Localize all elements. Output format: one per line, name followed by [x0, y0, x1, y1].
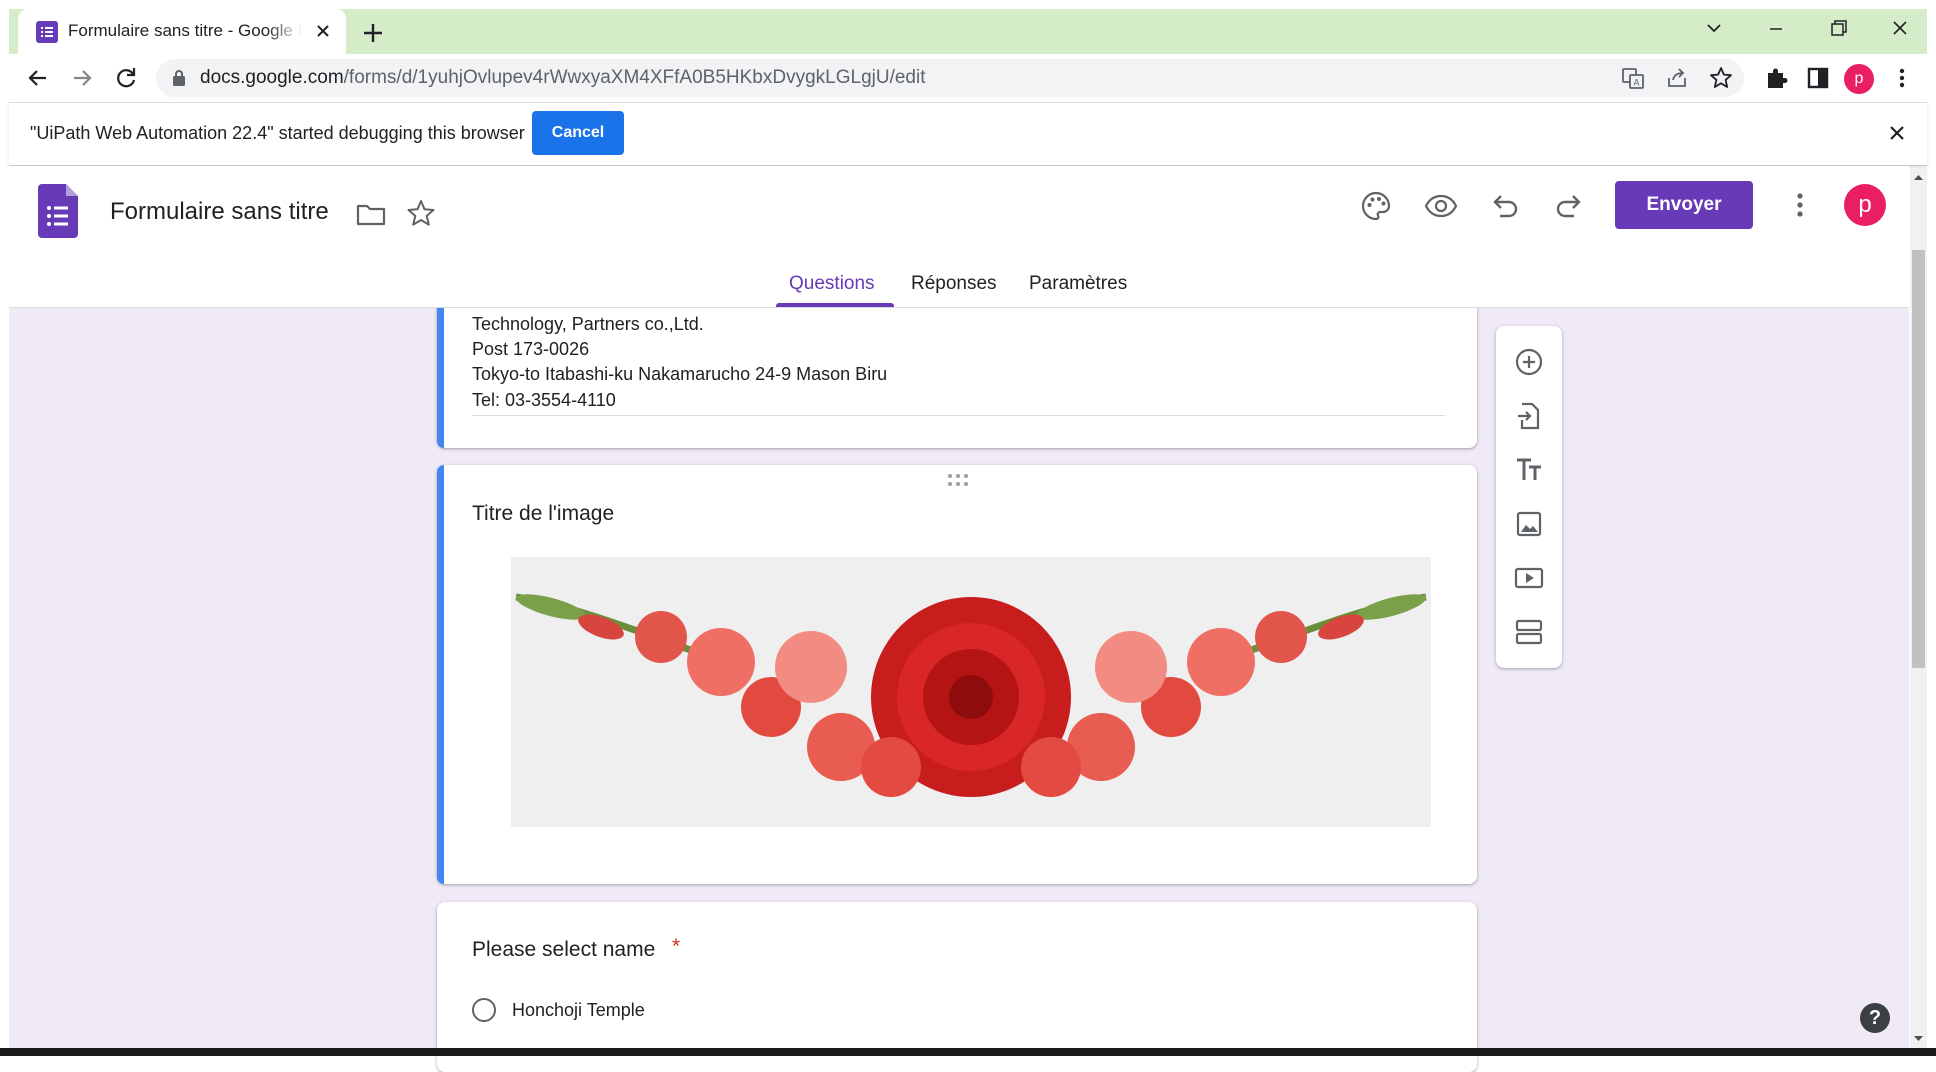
cancel-debugging-button[interactable]: Cancel	[532, 111, 624, 155]
scroll-down-arrow-icon[interactable]	[1912, 1034, 1925, 1044]
close-tab-icon[interactable]	[310, 18, 336, 44]
infobar-message: "UiPath Web Automation 22.4" started deb…	[30, 123, 525, 143]
add-video-icon[interactable]	[1513, 562, 1545, 594]
form-title[interactable]: Formulaire sans titre	[110, 197, 329, 227]
redo-icon[interactable]	[1552, 189, 1586, 223]
back-icon[interactable]	[22, 62, 54, 94]
scroll-up-arrow-icon[interactable]	[1912, 172, 1925, 182]
option-label[interactable]: Honchoji Temple	[512, 998, 645, 1022]
tab-responses[interactable]: Réponses	[911, 272, 997, 296]
help-icon[interactable]: ?	[1860, 1003, 1890, 1033]
close-infobar-icon[interactable]	[1884, 120, 1910, 146]
question-card[interactable]	[437, 902, 1477, 1072]
radio-option[interactable]	[472, 998, 496, 1022]
star-icon[interactable]	[404, 196, 438, 230]
reload-icon[interactable]	[110, 62, 142, 94]
lock-icon[interactable]	[172, 69, 186, 87]
address-line[interactable]: Post 173-0026	[472, 337, 589, 361]
drag-handle-icon[interactable]	[946, 473, 970, 487]
add-image-icon[interactable]	[1513, 508, 1545, 540]
send-button[interactable]: Envoyer	[1615, 181, 1753, 229]
svg-text:A: A	[1633, 78, 1639, 88]
add-title-icon[interactable]	[1513, 454, 1545, 486]
browser-menu-icon[interactable]	[1888, 64, 1916, 92]
account-avatar[interactable]: p	[1844, 184, 1886, 226]
google-forms-logo-icon[interactable]	[38, 184, 78, 238]
tab-search-icon[interactable]	[1696, 14, 1732, 44]
url-host: docs.google.com	[200, 67, 344, 88]
description-underline	[472, 415, 1445, 416]
add-question-icon[interactable]	[1513, 346, 1545, 378]
taskbar-edge	[0, 1048, 1936, 1056]
share-icon[interactable]	[1664, 65, 1690, 91]
browser-profile-avatar[interactable]: p	[1844, 64, 1874, 94]
customize-theme-icon[interactable]	[1359, 189, 1393, 223]
extensions-icon[interactable]	[1762, 64, 1790, 92]
active-tab-indicator	[776, 303, 894, 307]
forward-icon[interactable]	[66, 62, 98, 94]
tab-title: Formulaire sans titre - Google Forms	[68, 21, 302, 40]
image-title[interactable]: Titre de l'image	[472, 500, 614, 528]
side-panel-icon[interactable]	[1804, 64, 1832, 92]
new-tab-icon[interactable]	[358, 18, 388, 48]
preview-eye-icon[interactable]	[1424, 189, 1458, 223]
selected-card-indicator	[437, 465, 444, 884]
address-line[interactable]: Tel: 03-3554-4110	[472, 388, 616, 412]
scrollbar-thumb[interactable]	[1912, 250, 1925, 668]
move-to-folder-icon[interactable]	[354, 197, 388, 231]
restore-icon[interactable]	[1820, 14, 1856, 44]
address-line[interactable]: Technology, Partners co.,Ltd.	[472, 312, 704, 336]
required-marker: *	[672, 935, 681, 958]
tab-settings[interactable]: Paramètres	[1029, 272, 1127, 296]
url-path: /forms/d/1yuhjOvlupev4rWwxyaXM4XFfA0B5HK…	[343, 67, 926, 88]
question-title[interactable]: Please select name	[472, 936, 655, 964]
window-edge-right	[1927, 0, 1936, 1056]
bookmark-star-icon[interactable]	[1708, 65, 1734, 91]
tab-questions[interactable]: Questions	[789, 272, 875, 296]
add-section-icon[interactable]	[1513, 616, 1545, 648]
active-card-indicator	[437, 295, 444, 448]
minimize-icon[interactable]	[1758, 14, 1794, 44]
flower-image[interactable]	[511, 557, 1431, 827]
url-text[interactable]: docs.google.com/forms/d/1yuhjOvlupev4rWw…	[200, 66, 926, 90]
forms-favicon-icon	[36, 21, 58, 43]
window-edge-left	[0, 0, 9, 1056]
close-window-icon[interactable]	[1882, 14, 1918, 44]
translate-icon[interactable]: A	[1620, 65, 1646, 91]
more-options-icon[interactable]	[1784, 189, 1816, 221]
import-questions-icon[interactable]	[1513, 400, 1545, 432]
address-line[interactable]: Tokyo-to Itabashi-ku Nakamarucho 24-9 Ma…	[472, 362, 887, 386]
undo-icon[interactable]	[1488, 189, 1522, 223]
